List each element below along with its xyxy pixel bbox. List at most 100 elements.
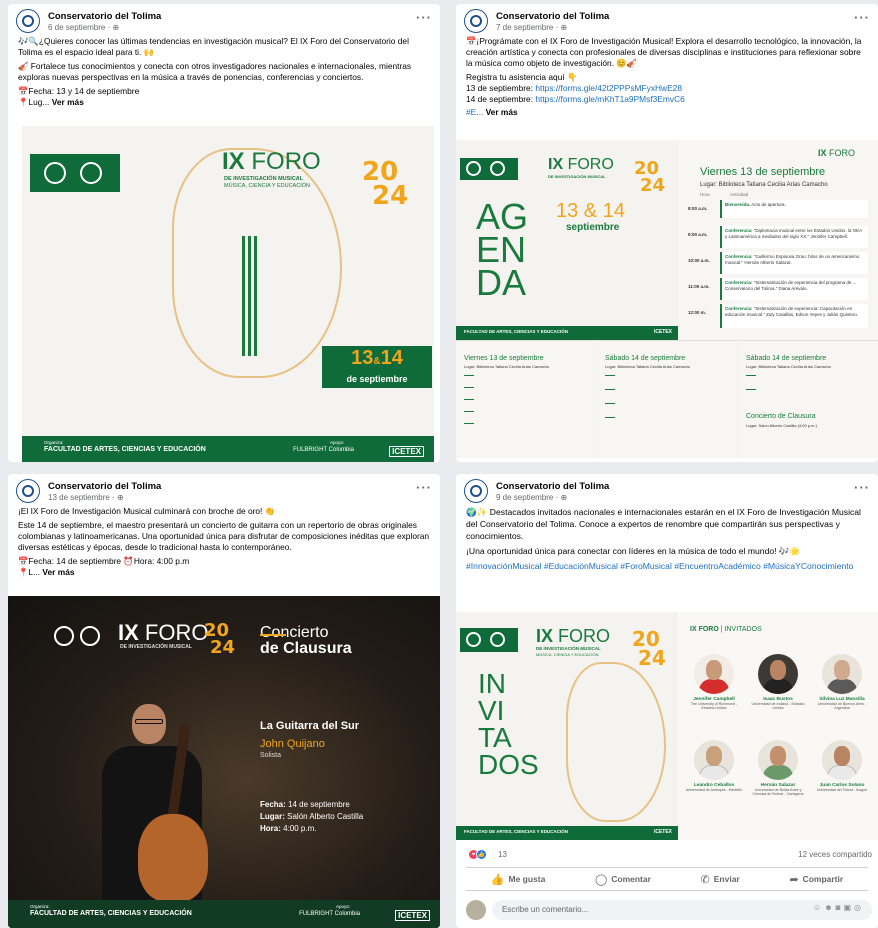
registration-link[interactable]: https://forms.gle/42t2PPPsMFyxHwE28 bbox=[535, 83, 682, 93]
guest-card: Leandro Ceballos Universidad de Antioquia… bbox=[684, 740, 744, 792]
post-header: Conservatorio del Tolima 9 de septiembre… bbox=[456, 474, 878, 504]
post-image[interactable]: IX FORO DE INVESTIGACIÓN MUSICAL 20 24 AG… bbox=[456, 140, 878, 458]
feed-grid: Conservatorio del Tolima 6 de septiembre… bbox=[0, 0, 878, 928]
actividad-label: Actividad bbox=[730, 192, 749, 197]
user-avatar[interactable] bbox=[466, 900, 486, 920]
day-heading: Viernes 13 de septiembre bbox=[700, 166, 826, 178]
post-actions: 👍 Me gusta ◯ Comentar ✆ Enviar ➦ Compartir bbox=[466, 867, 868, 891]
agenda-row: 11:00 a.m. Conferencia: "Sistematización … bbox=[688, 278, 868, 302]
post-date[interactable]: 9 de septiembre · ⊕ bbox=[496, 493, 567, 502]
globe-icon: ⊕ bbox=[116, 493, 124, 502]
concert-date: Fecha: 14 de septiembre bbox=[260, 800, 350, 809]
agenda-row: 9:00 a.m. Conferencia: "Diplomacia musica… bbox=[688, 226, 868, 250]
post-image[interactable]: IX FORO DE INVESTIGACIÓN MUSICAL MÚSICA,… bbox=[456, 612, 878, 840]
post-card: Conservatorio del Tolima 7 de septiembre… bbox=[456, 4, 878, 462]
page-name[interactable]: Conservatorio del Tolima bbox=[496, 481, 609, 492]
page-avatar[interactable] bbox=[464, 479, 488, 503]
more-options-icon[interactable]: ··· bbox=[854, 480, 870, 495]
forum-subtitle: DE INVESTIGACIÓN MUSICAL bbox=[224, 176, 304, 182]
page-name[interactable]: Conservatorio del Tolima bbox=[48, 481, 161, 492]
forum-subtitle: DE INVESTIGACIÓN MUSICAL bbox=[548, 174, 606, 179]
guests-heading: IX FORO | INVITADOS bbox=[690, 626, 762, 633]
guest-card: Hernán Salazar Universidad de Bellas Arte… bbox=[748, 740, 808, 797]
university-seal-icon bbox=[490, 161, 505, 176]
artist-role: Solista bbox=[260, 752, 282, 759]
send-button[interactable]: ✆ Enviar bbox=[701, 873, 740, 886]
post-card: Conservatorio del Tolima 9 de septiembre… bbox=[456, 474, 878, 928]
hora-label: Hora bbox=[700, 192, 710, 197]
more-options-icon[interactable]: ··· bbox=[416, 10, 432, 25]
more-options-icon[interactable]: ··· bbox=[854, 10, 870, 25]
agenda-row: 10:00 a.m. Conferencia: "Guillermo Espino… bbox=[688, 252, 868, 276]
see-more-link[interactable]: Ver más bbox=[42, 567, 74, 577]
conservatorio-seal-icon bbox=[466, 632, 481, 647]
page-name[interactable]: Conservatorio del Tolima bbox=[48, 11, 161, 22]
forum-subtitle: DE INVESTIGACIÓN MUSICAL bbox=[536, 646, 601, 651]
post-header: Conservatorio del Tolima 13 de septiembr… bbox=[8, 474, 440, 504]
post-line: 🌍✨ Destacados invitados nacionales e int… bbox=[466, 507, 861, 541]
conservatorio-seal-icon bbox=[44, 162, 66, 184]
share-count[interactable]: 12 veces compartido bbox=[798, 850, 872, 859]
page-avatar[interactable] bbox=[16, 9, 40, 33]
forum-title: IX FORO bbox=[536, 626, 611, 646]
comment-tools[interactable]: ☺☻◙▣◎ bbox=[813, 903, 864, 912]
sticker2-icon[interactable]: ◎ bbox=[854, 903, 864, 912]
post-image[interactable]: IX FORO DE INVESTIGACIÓN MUSICAL MÚSICA,… bbox=[22, 126, 434, 462]
page-avatar[interactable] bbox=[464, 9, 488, 33]
thumbs-up-icon: 👍 bbox=[490, 873, 505, 886]
gif-icon[interactable]: ▣ bbox=[843, 903, 854, 912]
university-seal-icon bbox=[80, 626, 100, 646]
comment-button[interactable]: ◯ Comentar bbox=[595, 873, 651, 886]
map-outline bbox=[566, 662, 666, 822]
post-card: Conservatorio del Tolima 13 de septiembr… bbox=[8, 474, 440, 928]
hashtag[interactable]: #E... bbox=[466, 107, 486, 117]
comment-icon: ◯ bbox=[594, 873, 608, 886]
concert-venue: Lugar: Salón Alberto Castilla bbox=[260, 812, 364, 821]
see-more-link[interactable]: Ver más bbox=[52, 97, 84, 107]
date-box: 13&14 de septiembre bbox=[322, 346, 432, 388]
reaction-count[interactable]: 13 bbox=[498, 850, 507, 859]
post-header: Conservatorio del Tolima 7 de septiembre… bbox=[456, 4, 878, 34]
post-image[interactable]: IX FORO DE INVESTIGACIÓN MUSICAL 20 24 Co… bbox=[8, 596, 440, 928]
reaction-icons[interactable]: ♥ 👍 bbox=[468, 849, 487, 860]
post-line: ¡Una oportunidad única para conectar con… bbox=[466, 546, 801, 556]
forum-title-small: IX FORO bbox=[818, 148, 856, 158]
more-options-icon[interactable]: ··· bbox=[416, 480, 432, 495]
piece-title: La Guitarra del Sur bbox=[260, 720, 360, 732]
post-date[interactable]: 13 de septiembre · ⊕ bbox=[48, 493, 124, 502]
post-line: 📅Fecha: 14 de septiembre ⏰Hora: 4:00 p.m bbox=[18, 556, 190, 566]
see-more-link[interactable]: Ver más bbox=[486, 107, 518, 117]
forum-title: IX FORO bbox=[222, 148, 321, 175]
globe-icon: ⊕ bbox=[560, 493, 568, 502]
page-name[interactable]: Conservatorio del Tolima bbox=[496, 11, 609, 22]
share-icon: ➦ bbox=[789, 873, 799, 886]
page-avatar[interactable] bbox=[16, 479, 40, 503]
guest-card: Juan Carlos Solano Universidad del Tolima… bbox=[812, 740, 872, 792]
globe-icon: ⊕ bbox=[560, 23, 568, 32]
guitar-string bbox=[248, 236, 251, 356]
messenger-icon: ✆ bbox=[700, 873, 710, 886]
post-line: 📍L... bbox=[18, 567, 43, 577]
forum-title: IX FORO bbox=[118, 620, 209, 645]
performer-photo bbox=[98, 694, 208, 902]
guitar-string bbox=[254, 236, 257, 356]
agenda-day-panel: IX FORO Viernes 13 de septiembre Lugar: … bbox=[678, 140, 878, 340]
like-icon: 👍 bbox=[476, 849, 487, 860]
post-date[interactable]: 7 de septiembre · ⊕ bbox=[496, 23, 567, 32]
sticker-icon[interactable]: ☺ bbox=[813, 903, 824, 912]
emoji-icon[interactable]: ☻ bbox=[824, 903, 835, 912]
concert-subtitle: de Clausura bbox=[260, 640, 352, 657]
footer-bar: Organiza: FACULTAD DE ARTES, CIENCIAS Y … bbox=[22, 436, 434, 462]
hashtags[interactable]: #InnovaciónMusical #EducaciónMusical #Fo… bbox=[466, 560, 868, 572]
university-seal-icon bbox=[80, 162, 102, 184]
share-button[interactable]: ➦ Compartir bbox=[789, 873, 843, 886]
registration-link[interactable]: https://forms.gle/mKhT1a9PMsf3EmvC6 bbox=[535, 94, 684, 104]
like-button[interactable]: 👍 Me gusta bbox=[491, 873, 546, 886]
logo-block bbox=[460, 158, 518, 180]
concert-time: Hora: 4:00 p.m. bbox=[260, 824, 317, 833]
forum-title: IX FORO bbox=[548, 156, 614, 173]
comment-composer: Escribe un comentario... ☺☻◙▣◎ bbox=[466, 898, 872, 922]
post-line: 📅Fecha: 13 y 14 de septiembre bbox=[18, 86, 140, 96]
post-date[interactable]: 6 de septiembre · ⊕ bbox=[48, 23, 119, 32]
post-card: Conservatorio del Tolima 6 de septiembre… bbox=[8, 4, 440, 462]
